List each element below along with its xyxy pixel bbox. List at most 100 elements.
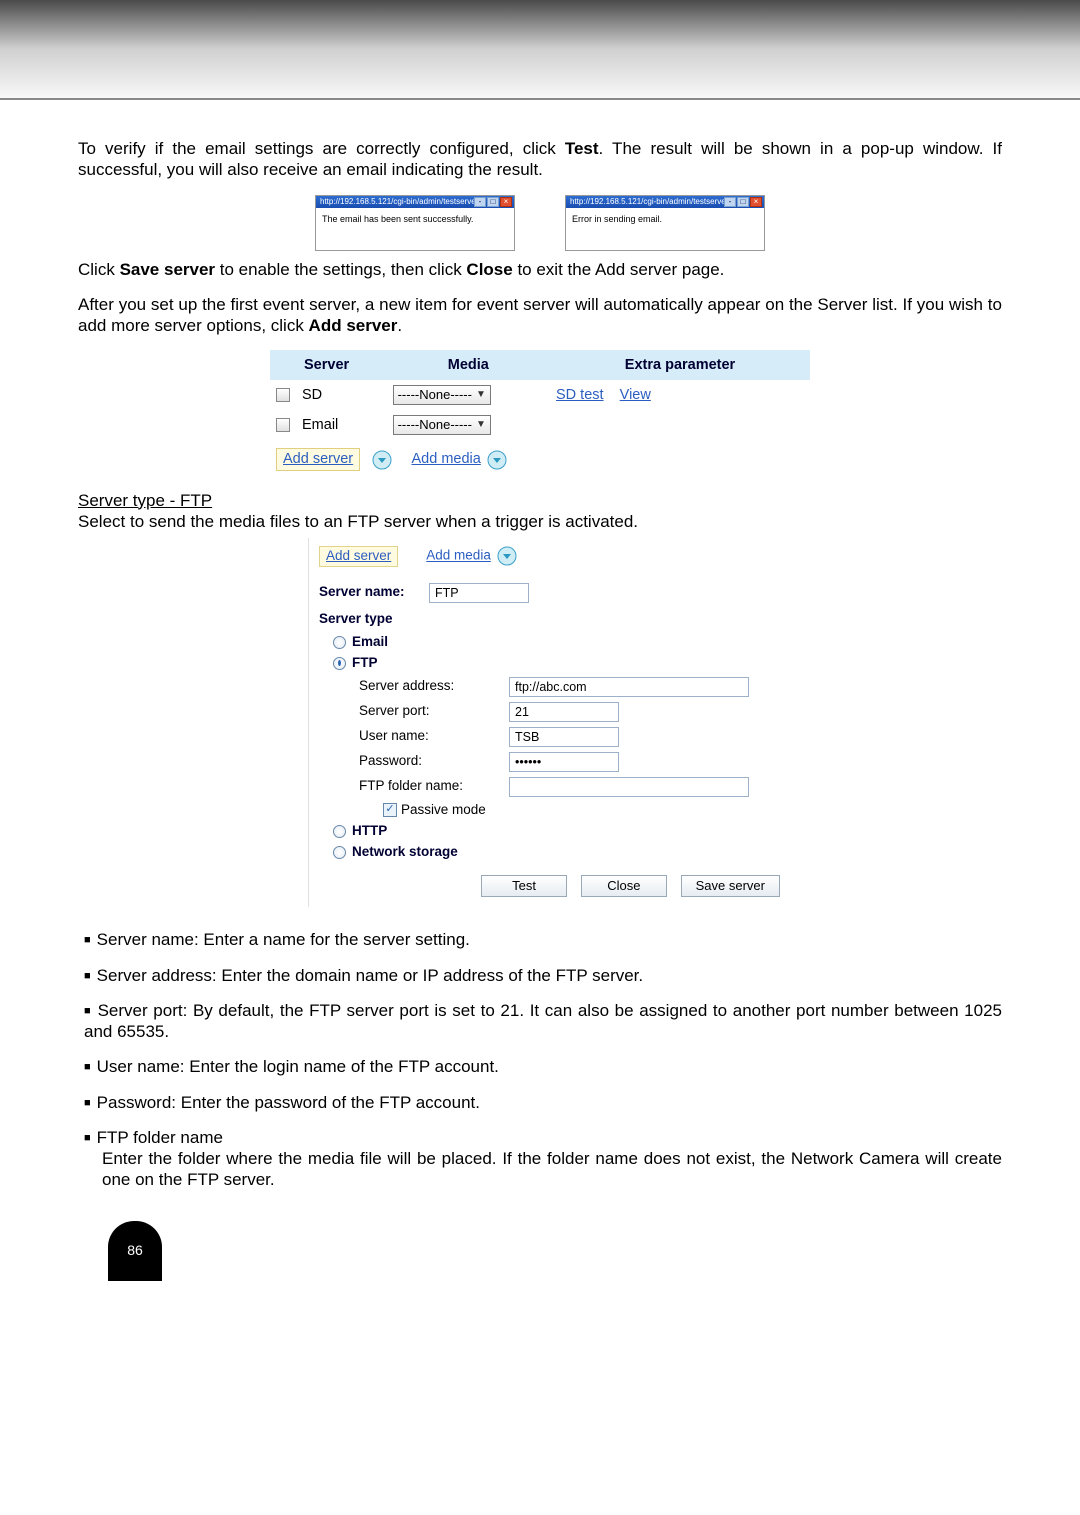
input-user-name[interactable]: TSB <box>509 727 619 747</box>
radio-ftp[interactable]: FTP <box>333 655 788 672</box>
add-server-button[interactable]: Add server <box>319 546 398 567</box>
text: After you set up the first event server,… <box>78 295 1002 335</box>
col-extra: Extra parameter <box>550 350 810 380</box>
popup-body-text: Error in sending email. <box>566 208 764 250</box>
popup-title-text: http://192.168.5.121/cgi-bin/admin/tests… <box>320 197 474 207</box>
popup-titlebar: http://192.168.5.121/cgi-bin/admin/tests… <box>566 196 764 208</box>
col-media: Media <box>387 350 550 380</box>
text-bold: Test <box>565 139 599 158</box>
list-item: User name: Enter the login name of the F… <box>84 1056 1002 1077</box>
maximize-icon: □ <box>487 197 499 207</box>
cell-name: Email <box>296 410 387 440</box>
input-ftp-folder[interactable] <box>509 777 749 797</box>
text: to enable the settings, then click <box>215 260 466 279</box>
table-row: Email -----None----- ▼ <box>270 410 810 440</box>
label-password: Password: <box>359 753 509 770</box>
link-view[interactable]: View <box>620 387 651 403</box>
popup-success: http://192.168.5.121/cgi-bin/admin/tests… <box>315 195 515 251</box>
label-user-name: User name: <box>359 728 509 745</box>
table-row: SD -----None----- ▼ SD test View <box>270 380 810 410</box>
list-item: Server address: Enter the domain name or… <box>84 965 1002 986</box>
table-row-add: Add server Add media <box>270 440 810 475</box>
input-server-port[interactable]: 21 <box>509 702 619 722</box>
media-select-sd[interactable]: -----None----- ▼ <box>393 385 491 405</box>
header-gradient <box>0 0 1080 100</box>
media-select-email[interactable]: -----None----- ▼ <box>393 415 491 435</box>
add-media-link[interactable]: Add media <box>426 548 491 563</box>
checkbox-sd[interactable] <box>276 388 290 402</box>
close-icon: × <box>750 197 762 207</box>
label-passive-mode: Passive mode <box>401 802 486 819</box>
add-media-link[interactable]: Add media <box>412 451 481 467</box>
label-server-port: Server port: <box>359 703 509 720</box>
close-button[interactable]: Close <box>581 875 667 897</box>
down-arrow-icon <box>372 450 392 470</box>
select-value: -----None----- <box>398 417 472 433</box>
radio-email[interactable]: Email <box>333 634 788 651</box>
text: to exit the Add server page. <box>513 260 725 279</box>
description-list: Server name: Enter a name for the server… <box>84 929 1002 1190</box>
label-server-type: Server type <box>319 611 788 628</box>
radio-label: Network storage <box>352 844 458 861</box>
text-bold: Add server <box>309 316 398 335</box>
radio-label: Email <box>352 634 388 651</box>
list-item: Server port: By default, the FTP server … <box>84 1000 1002 1043</box>
cell-name: SD <box>296 380 387 410</box>
text-bold: Close <box>466 260 512 279</box>
popup-screenshots: http://192.168.5.121/cgi-bin/admin/tests… <box>78 195 1002 251</box>
list-item-head: FTP folder name <box>97 1128 223 1147</box>
save-server-button[interactable]: Save server <box>681 875 780 897</box>
page-content: To verify if the email settings are corr… <box>0 100 1080 1281</box>
radio-icon <box>333 846 346 859</box>
down-arrow-icon <box>497 546 517 566</box>
chevron-down-icon: ▼ <box>476 389 486 402</box>
add-server-button[interactable]: Add server <box>276 448 360 470</box>
radio-http[interactable]: HTTP <box>333 823 788 840</box>
minimize-icon: - <box>724 197 736 207</box>
paragraph-save-close: Click Save server to enable the settings… <box>78 259 1002 280</box>
close-icon: × <box>500 197 512 207</box>
list-item-body: Enter the folder where the media file wi… <box>102 1148 1002 1191</box>
link-sd-test[interactable]: SD test <box>556 387 604 403</box>
text: To verify if the email settings are corr… <box>78 139 565 158</box>
text: Click <box>78 260 120 279</box>
section-heading-ftp: Server type - FTP <box>78 490 1002 511</box>
chevron-down-icon: ▼ <box>476 419 486 432</box>
radio-icon <box>333 636 346 649</box>
minimize-icon: - <box>474 197 486 207</box>
select-value: -----None----- <box>398 387 472 403</box>
popup-title-text: http://192.168.5.121/cgi-bin/admin/tests… <box>570 197 724 207</box>
popup-titlebar: http://192.168.5.121/cgi-bin/admin/tests… <box>316 196 514 208</box>
radio-network-storage[interactable]: Network storage <box>333 844 788 861</box>
page-number: 86 <box>108 1221 162 1281</box>
intro-paragraph: To verify if the email settings are corr… <box>78 138 1002 181</box>
ftp-fields: Server address:ftp://abc.com Server port… <box>359 677 788 819</box>
text-bold: Save server <box>120 260 215 279</box>
checkbox-email[interactable] <box>276 418 290 432</box>
maximize-icon: □ <box>737 197 749 207</box>
label-ftp-folder: FTP folder name: <box>359 778 509 795</box>
list-item: Server name: Enter a name for the server… <box>84 929 1002 950</box>
input-password[interactable]: •••••• <box>509 752 619 772</box>
radio-label: HTTP <box>352 823 387 840</box>
down-arrow-icon <box>487 450 507 470</box>
col-server: Server <box>296 350 387 380</box>
radio-label: FTP <box>352 655 378 672</box>
label-server-name: Server name: <box>319 584 429 601</box>
label-server-address: Server address: <box>359 678 509 695</box>
list-item: FTP folder nameEnter the folder where th… <box>84 1127 1002 1191</box>
ftp-form: Add server Add media Server name: FTP Se… <box>308 538 798 907</box>
checkbox-passive-mode[interactable] <box>383 803 397 817</box>
popup-body-text: The email has been sent successfully. <box>316 208 514 250</box>
input-server-address[interactable]: ftp://abc.com <box>509 677 749 697</box>
test-button[interactable]: Test <box>481 875 567 897</box>
input-server-name[interactable]: FTP <box>429 583 529 603</box>
popup-error: http://192.168.5.121/cgi-bin/admin/tests… <box>565 195 765 251</box>
section-desc: Select to send the media files to an FTP… <box>78 511 1002 532</box>
radio-icon <box>333 825 346 838</box>
radio-icon <box>333 657 346 670</box>
server-list-table: Server Media Extra parameter SD -----Non… <box>270 350 810 475</box>
paragraph-add-server: After you set up the first event server,… <box>78 294 1002 337</box>
text: . <box>397 316 402 335</box>
list-item: Password: Enter the password of the FTP … <box>84 1092 1002 1113</box>
